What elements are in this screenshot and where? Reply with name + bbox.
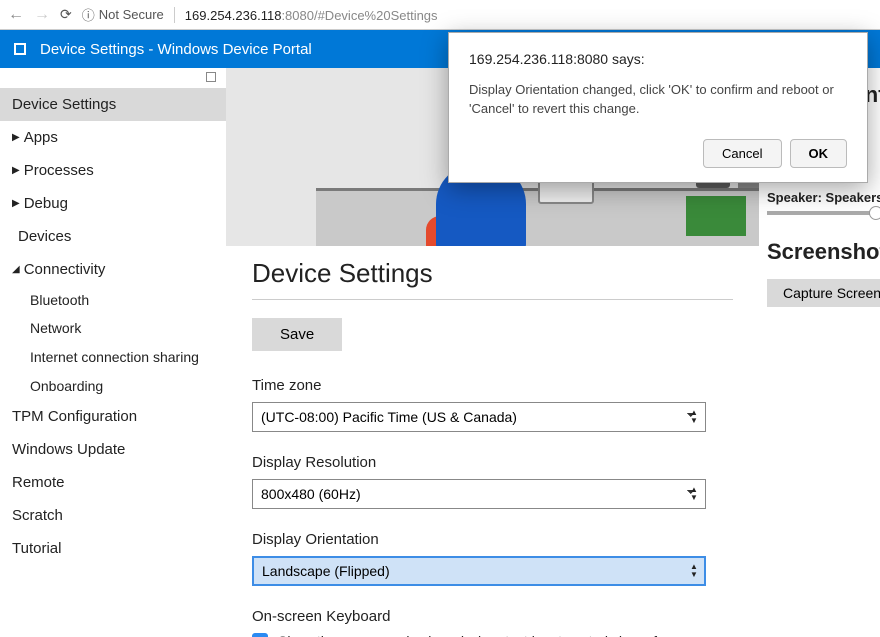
- forward-icon[interactable]: →: [34, 6, 50, 24]
- sidebar-item-tpm[interactable]: TPM Configuration: [0, 400, 226, 433]
- volume-slider[interactable]: [767, 211, 877, 215]
- dialog-origin: 169.254.236.118:8080 says:: [469, 51, 847, 67]
- cancel-button[interactable]: Cancel: [703, 139, 781, 168]
- divider: [252, 299, 733, 300]
- divider: [174, 7, 175, 23]
- sidebar-item-processes[interactable]: Processes: [0, 154, 226, 187]
- sidebar-item-scratch[interactable]: Scratch: [0, 499, 226, 532]
- osk-checkbox[interactable]: ✓: [252, 633, 268, 637]
- sidebar-item-device-settings[interactable]: Device Settings: [0, 88, 226, 121]
- osk-label: On-screen Keyboard: [252, 608, 733, 625]
- sidebar-collapse-row: [0, 68, 226, 88]
- timezone-select[interactable]: (UTC-08:00) Pacific Time (US & Canada): [252, 402, 706, 432]
- sidebar-item-network[interactable]: Network: [0, 314, 226, 342]
- confirm-dialog: 169.254.236.118:8080 says: Display Orien…: [448, 32, 868, 183]
- sidebar-item-onboarding[interactable]: Onboarding: [0, 372, 226, 400]
- url-host: 169.254.236.118: [185, 8, 282, 23]
- info-icon: ⓘ: [82, 5, 95, 24]
- collapse-icon[interactable]: [206, 72, 216, 82]
- save-button[interactable]: Save: [252, 318, 342, 351]
- device-settings-form: Device Settings Save Time zone (UTC-08:0…: [226, 246, 759, 637]
- sidebar-item-debug[interactable]: Debug: [0, 187, 226, 220]
- sidebar-item-remote[interactable]: Remote: [0, 466, 226, 499]
- security-indicator[interactable]: ⓘ Not Secure: [82, 5, 164, 24]
- reload-icon[interactable]: ⟳: [60, 6, 72, 23]
- capture-screenshot-button[interactable]: Capture Screensh: [767, 279, 880, 307]
- orientation-select[interactable]: Landscape (Flipped): [252, 556, 706, 586]
- resolution-select[interactable]: 800x480 (60Hz): [252, 479, 706, 509]
- sidebar-item-bluetooth[interactable]: Bluetooth: [0, 286, 226, 314]
- sidebar-item-ics[interactable]: Internet connection sharing: [0, 342, 226, 372]
- url[interactable]: 169.254.236.118:8080/#Device%20Settings: [185, 7, 438, 23]
- page-title: Device Settings - Windows Device Portal: [40, 41, 312, 58]
- osk-checkbox-label: Show the on-screen keyboard when text in…: [278, 633, 687, 637]
- sidebar: Device Settings Apps Processes Debug Dev…: [0, 68, 226, 637]
- speaker-label: Speaker: Speakers: [767, 190, 880, 205]
- slider-thumb[interactable]: [869, 206, 880, 220]
- browser-address-bar: ← → ⟳ ⓘ Not Secure 169.254.236.118:8080/…: [0, 0, 880, 30]
- sidebar-item-apps[interactable]: Apps: [0, 121, 226, 154]
- sidebar-item-tutorial[interactable]: Tutorial: [0, 532, 226, 565]
- orientation-label: Display Orientation: [252, 531, 733, 548]
- resolution-label: Display Resolution: [252, 454, 733, 471]
- dialog-buttons: Cancel OK: [469, 139, 847, 168]
- not-secure-label: Not Secure: [99, 7, 164, 22]
- sidebar-item-devices[interactable]: Devices: [0, 220, 226, 253]
- dialog-message: Display Orientation changed, click 'OK' …: [469, 81, 847, 119]
- timezone-label: Time zone: [252, 377, 733, 394]
- sidebar-item-connectivity[interactable]: Connectivity: [0, 253, 226, 286]
- url-path: :8080/#Device%20Settings: [281, 8, 437, 23]
- section-title: Device Settings: [252, 258, 733, 289]
- ok-button[interactable]: OK: [790, 139, 848, 168]
- app-icon[interactable]: [14, 43, 26, 55]
- osk-checkbox-row: ✓ Show the on-screen keyboard when text …: [252, 633, 733, 637]
- sidebar-item-windows-update[interactable]: Windows Update: [0, 433, 226, 466]
- back-icon[interactable]: ←: [8, 6, 24, 24]
- screenshot-title: Screenshot: [767, 239, 880, 265]
